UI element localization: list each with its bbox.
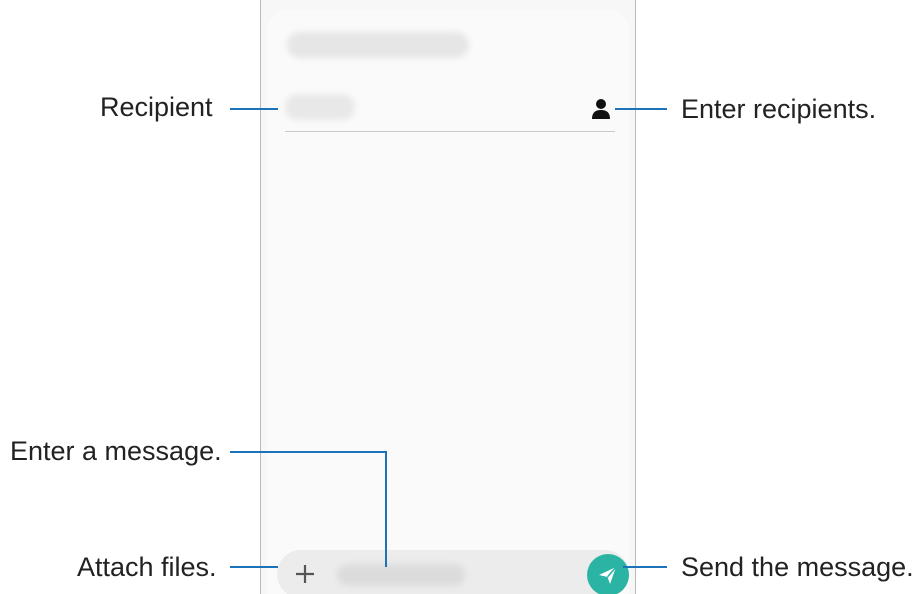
- person-icon[interactable]: [591, 97, 611, 121]
- callout-enter-recipients: Enter recipients.: [681, 94, 877, 124]
- callout-recipient: Recipient: [100, 92, 213, 122]
- screen-title-blurred: [287, 32, 469, 58]
- message-compose-bar: [277, 550, 629, 594]
- callout-attach-files: Attach files.: [77, 552, 217, 582]
- paper-plane-icon: [599, 566, 617, 584]
- callout-enter-message: Enter a message.: [10, 436, 222, 466]
- message-input[interactable]: [337, 564, 465, 586]
- callout-line-recipient: [230, 108, 278, 110]
- recipient-field[interactable]: [285, 94, 355, 120]
- send-button[interactable]: [587, 554, 629, 594]
- callout-line-attach-files: [230, 566, 278, 568]
- callout-send-message: Send the message.: [681, 552, 914, 582]
- plus-icon[interactable]: [291, 560, 319, 588]
- callout-line-enter-message-h: [230, 451, 386, 453]
- recipient-divider: [285, 131, 615, 132]
- callout-line-send-message: [623, 566, 667, 568]
- compose-screen: [267, 10, 629, 594]
- callout-line-enter-recipients: [615, 108, 667, 110]
- callout-line-enter-message-v: [385, 451, 387, 567]
- messaging-diagram: Recipient Enter recipients. Enter a mess…: [0, 0, 916, 594]
- phone-frame: [260, 0, 636, 594]
